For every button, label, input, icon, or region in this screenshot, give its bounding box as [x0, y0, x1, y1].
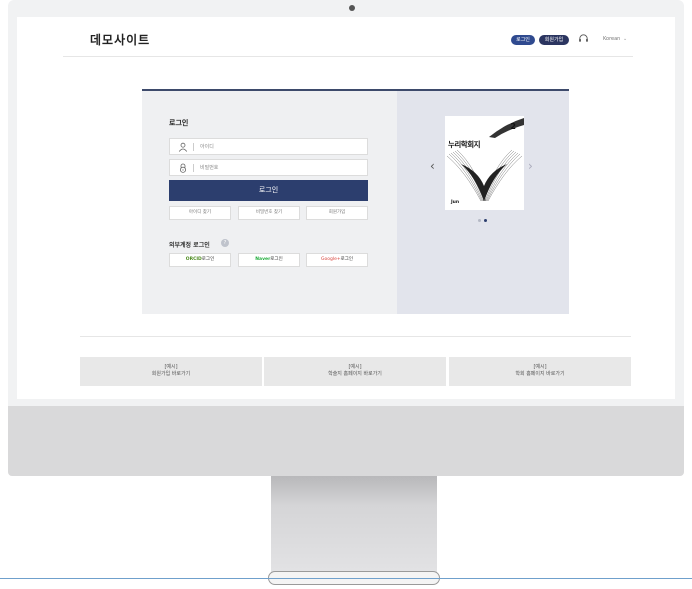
quick-link-tag: [예시]: [348, 364, 362, 370]
help-icon[interactable]: ?: [221, 239, 229, 247]
find-password-button[interactable]: 비밀번호 찾기: [238, 206, 300, 220]
header-login-button[interactable]: 로그인: [511, 35, 535, 45]
id-field[interactable]: [169, 138, 368, 155]
signup-button[interactable]: 회원가입: [306, 206, 368, 220]
browser-screen: 데모사이트 로그인 회원가입 Korean ⌄ 로그인 아이디 로그인 아이디 …: [17, 17, 675, 399]
header-join-button[interactable]: 회원가입: [539, 35, 569, 45]
orcid-brand: ORCID: [185, 257, 202, 262]
carousel-dot-1[interactable]: [478, 219, 481, 222]
login-submit-button[interactable]: 로그인: [169, 180, 368, 201]
quick-link-label: 회원가입 바로가기: [151, 371, 191, 377]
header-divider: [63, 56, 633, 57]
quick-link-signup[interactable]: [예시] 회원가입 바로가기: [80, 357, 262, 386]
password-field[interactable]: [169, 159, 368, 176]
quick-link-tag: [예시]: [164, 364, 178, 370]
naver-brand: Naver: [255, 257, 271, 262]
site-title[interactable]: 데모사이트: [90, 31, 150, 48]
quick-link-label: 학술지 홈페이지 바로가기: [328, 371, 382, 377]
naver-suffix: 로그인: [270, 257, 283, 262]
google-brand: Google+: [320, 257, 341, 262]
language-select[interactable]: Korean: [603, 36, 620, 42]
headset-icon[interactable]: [578, 33, 589, 44]
quick-link-society[interactable]: [예시] 학회 홈페이지 바로가기: [449, 357, 631, 386]
orcid-suffix: 로그인: [201, 257, 215, 262]
google-suffix: 로그인: [340, 257, 354, 262]
quick-link-journal[interactable]: [예시] 학술지 홈페이지 바로가기: [264, 357, 446, 386]
journal-volume: 2: [510, 122, 516, 131]
user-icon: [178, 142, 188, 152]
field-separator: [193, 164, 194, 172]
lock-icon: [180, 163, 186, 173]
journal-cover[interactable]: 2 누리학회지 Jun: [445, 116, 524, 210]
find-id-button[interactable]: 아이디 찾기: [169, 206, 231, 220]
login-title: 로그인: [169, 119, 189, 127]
quick-link-tag: [예시]: [533, 364, 547, 370]
section-divider: [80, 336, 631, 337]
chevron-down-icon[interactable]: ⌄: [623, 36, 627, 42]
carousel-dot-2[interactable]: [484, 219, 487, 222]
login-card: 로그인 로그인 아이디 찾기 비밀번호 찾기: [142, 89, 569, 314]
naver-login-button[interactable]: Naver로그인: [238, 253, 300, 267]
field-separator: [193, 143, 194, 151]
carousel-next-icon[interactable]: ›: [528, 159, 533, 173]
quick-link-label: 학회 홈페이지 바로가기: [515, 371, 565, 377]
id-input[interactable]: [200, 139, 360, 154]
floor-line: [0, 578, 692, 579]
journal-month: Jun: [451, 200, 460, 205]
orcid-login-button[interactable]: ORCID로그인: [169, 253, 231, 267]
password-input[interactable]: [200, 160, 360, 175]
monitor-stand: [271, 476, 437, 576]
monitor-chin: [8, 406, 684, 476]
google-login-button[interactable]: Google+로그인: [306, 253, 368, 267]
external-login-title: 외부계정 로그인: [169, 242, 210, 249]
carousel-prev-icon[interactable]: ‹: [430, 159, 435, 173]
login-panel: 로그인 로그인 아이디 찾기 비밀번호 찾기: [142, 89, 397, 314]
camera-dot: [349, 5, 355, 11]
journal-title: 누리학회지: [448, 140, 481, 149]
journal-carousel: ‹ › 2 누리학회지 Jun: [397, 89, 569, 314]
